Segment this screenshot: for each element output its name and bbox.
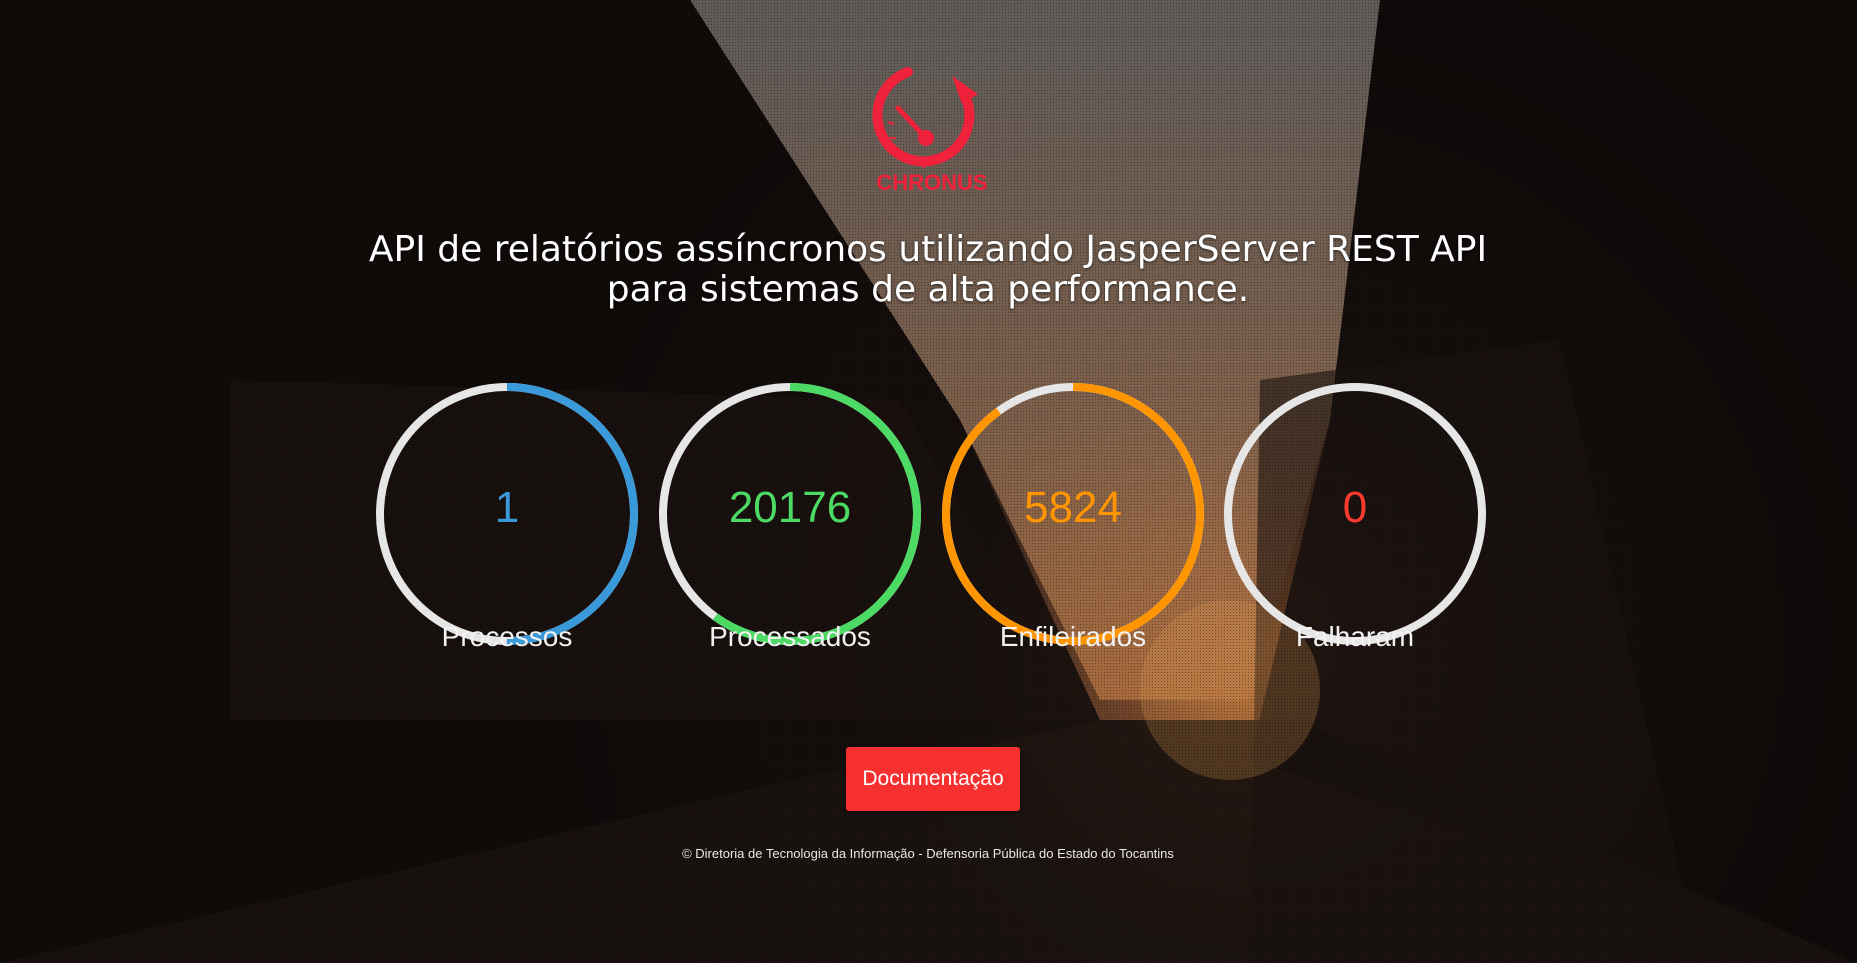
stat-value: 20176 xyxy=(728,483,852,532)
page-headline: API de relatórios assíncronos utilizando… xyxy=(368,229,1488,310)
stat-label: Falharam xyxy=(1295,621,1415,652)
stat-value: 0 xyxy=(1342,483,1368,532)
stat-label: Enfileirados xyxy=(999,621,1147,652)
stat-processos: 1 Processos xyxy=(372,381,642,701)
stat-label: Processados xyxy=(709,621,871,652)
stat-value: 1 xyxy=(494,483,520,532)
footer-copyright: © Diretoria de Tecnologia da Informação … xyxy=(682,846,1174,861)
stat-value: 5824 xyxy=(1024,483,1122,532)
chronus-logo: CHRONUS xyxy=(868,58,996,198)
logo-hand xyxy=(895,105,927,139)
stat-falharam: 0 Falharam xyxy=(1220,381,1490,701)
stat-processados: 20176 Processados xyxy=(655,381,925,701)
stat-enfileirados: 5824 Enfileirados xyxy=(938,381,1208,701)
stopwatch-icon: CHRONUS xyxy=(872,67,988,195)
logo-hub xyxy=(918,130,934,146)
stat-label: Processos xyxy=(441,621,573,652)
logo-wordmark: CHRONUS xyxy=(876,170,987,195)
documentation-button[interactable]: Documentação xyxy=(846,747,1020,811)
